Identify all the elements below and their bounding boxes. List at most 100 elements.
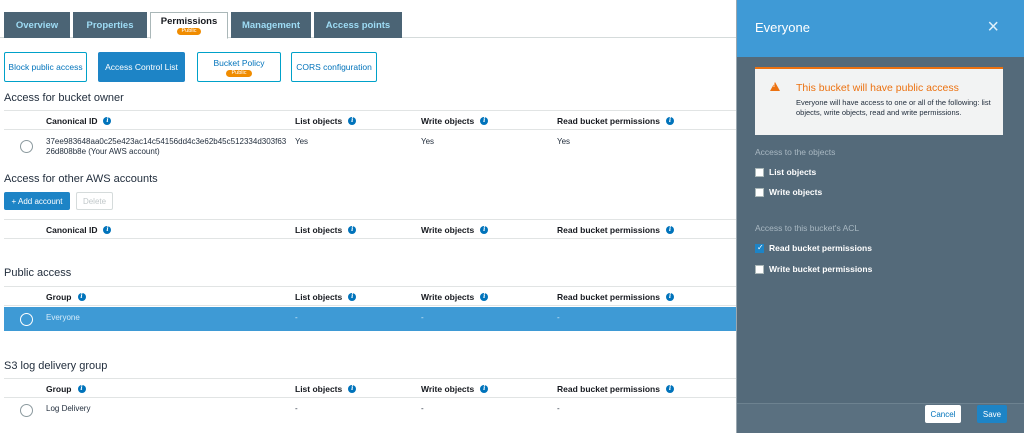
add-account-button[interactable]: + Add account	[4, 192, 70, 210]
col-write-objects: Write objects i	[421, 292, 489, 302]
canonical-id-line2: 26d808b8e (Your AWS account)	[46, 147, 160, 156]
write-objects-checkbox-row[interactable]: Write objects	[755, 187, 822, 197]
panel-title: Everyone	[755, 20, 810, 35]
warning-icon	[770, 82, 780, 91]
owner-section-title: Access for bucket owner	[4, 92, 124, 104]
cell-list: Yes	[295, 137, 309, 146]
checkbox-label: Write objects	[769, 187, 823, 197]
col-canonical-id: Canonical ID i	[46, 225, 112, 235]
tab-label: Management	[241, 19, 301, 31]
info-icon[interactable]: i	[103, 117, 112, 125]
info-icon[interactable]: i	[348, 293, 357, 301]
info-icon[interactable]: i	[665, 385, 674, 393]
public-table-header: Group i List objects i Write objects i Read…	[4, 286, 736, 306]
cell-list: -	[295, 404, 298, 413]
write-permissions-checkbox[interactable]	[755, 264, 764, 274]
table-row-log-delivery[interactable]: Log Delivery - - -	[4, 399, 736, 421]
info-icon[interactable]: i	[77, 293, 86, 301]
other-accounts-title: Access for other AWS accounts	[4, 173, 158, 185]
acl-button[interactable]: Access Control List	[98, 52, 185, 82]
info-icon[interactable]: i	[665, 226, 674, 234]
cell-write: -	[421, 404, 424, 413]
info-icon[interactable]: i	[665, 293, 674, 301]
info-icon[interactable]: i	[348, 226, 357, 234]
col-write-objects: Write objects i	[421, 225, 489, 235]
info-icon[interactable]: i	[480, 226, 489, 234]
list-objects-checkbox[interactable]	[755, 167, 764, 177]
panel-header: Everyone ×	[737, 0, 1024, 57]
tab-label: Access points	[325, 19, 391, 31]
button-label: CORS configuration	[296, 62, 372, 72]
everyone-panel: Everyone × This bucket will have public …	[736, 0, 1024, 433]
info-icon[interactable]: i	[348, 385, 357, 393]
panel-body: This bucket will have public access Ever…	[737, 57, 1024, 403]
col-read-permissions: Read bucket permissions i	[557, 116, 674, 126]
checkbox-label: List objects	[769, 167, 817, 177]
tab-properties[interactable]: Properties	[73, 12, 147, 38]
info-icon[interactable]: i	[480, 117, 489, 125]
close-icon[interactable]: ×	[987, 16, 999, 39]
block-public-access-button[interactable]: Block public access	[4, 52, 87, 82]
acl-group-label: Access to this bucket's ACL	[755, 223, 860, 233]
tab-label: Permissions	[160, 16, 218, 27]
row-radio[interactable]	[20, 404, 33, 417]
tab-management[interactable]: Management	[231, 12, 311, 38]
public-badge: Public	[225, 69, 253, 77]
info-icon[interactable]: i	[103, 226, 112, 234]
alert-text: Everyone will have access to one or all …	[796, 98, 991, 117]
write-objects-checkbox[interactable]	[755, 187, 764, 197]
cors-button[interactable]: CORS configuration	[291, 52, 377, 82]
button-label: Access Control List	[105, 62, 178, 72]
col-read-permissions: Read bucket permissions i	[557, 292, 674, 302]
cell-read: -	[557, 313, 560, 322]
button-label: Block public access	[8, 62, 83, 72]
col-read-permissions: Read bucket permissions i	[557, 225, 674, 235]
info-icon[interactable]: i	[480, 385, 489, 393]
info-icon[interactable]: i	[348, 117, 357, 125]
tab-label: Overview	[15, 19, 59, 31]
bucket-policy-button[interactable]: Bucket Policy Public	[197, 52, 281, 82]
checkbox-label: Write bucket permissions	[769, 264, 873, 274]
col-group: Group i	[46, 292, 86, 302]
col-group: Group i	[46, 384, 86, 394]
button-label: Bucket Policy	[213, 57, 265, 68]
list-objects-checkbox-row[interactable]: List objects	[755, 167, 816, 177]
other-table-header: Canonical ID i List objects i Write object…	[4, 219, 736, 239]
log-delivery-title: S3 log delivery group	[4, 360, 108, 372]
canonical-id-line1: 37ee983648aa0c25e423ac14c54156dd4c3e62b4…	[46, 137, 287, 146]
col-list-objects: List objects i	[295, 225, 357, 235]
read-permissions-checkbox[interactable]	[755, 243, 764, 253]
save-button[interactable]: Save	[977, 405, 1007, 423]
cancel-button[interactable]: Cancel	[925, 405, 961, 423]
tab-overview[interactable]: Overview	[4, 12, 70, 38]
tab-bar: Overview Properties Permissions Public M…	[0, 12, 736, 39]
info-icon[interactable]: i	[480, 293, 489, 301]
write-permissions-checkbox-row[interactable]: Write bucket permissions	[755, 264, 872, 274]
tab-access-points[interactable]: Access points	[314, 12, 402, 38]
public-access-title: Public access	[4, 267, 72, 279]
col-read-permissions: Read bucket permissions i	[557, 384, 674, 394]
info-icon[interactable]: i	[665, 117, 674, 125]
col-list-objects: List objects i	[295, 292, 357, 302]
objects-group-label: Access to the objects	[755, 147, 836, 157]
cell-group: Log Delivery	[46, 404, 91, 413]
table-row-everyone[interactable]: Everyone - - -	[4, 307, 736, 331]
cell-write: Yes	[421, 137, 435, 146]
row-radio[interactable]	[20, 313, 33, 326]
owner-table-header: Canonical ID i List objects i Write object…	[4, 110, 736, 130]
tab-label: Properties	[86, 19, 134, 31]
cell-list: -	[295, 313, 298, 322]
row-radio[interactable]	[20, 140, 33, 153]
delete-button[interactable]: Delete	[76, 192, 113, 210]
col-list-objects: List objects i	[295, 116, 357, 126]
info-icon[interactable]: i	[77, 385, 86, 393]
checkbox-label: Read bucket permissions	[769, 243, 872, 253]
cell-write: -	[421, 313, 424, 322]
tab-permissions[interactable]: Permissions Public	[150, 12, 228, 39]
log-table-header: Group i List objects i Write objects i Read…	[4, 378, 736, 398]
public-access-alert: This bucket will have public access Ever…	[755, 67, 1003, 135]
cell-group: Everyone	[46, 313, 80, 322]
read-permissions-checkbox-row[interactable]: Read bucket permissions	[755, 243, 872, 253]
table-row[interactable]: 37ee983648aa0c25e423ac14c54156dd4c3e62b4…	[4, 131, 736, 163]
alert-title: This bucket will have public access	[796, 82, 959, 94]
